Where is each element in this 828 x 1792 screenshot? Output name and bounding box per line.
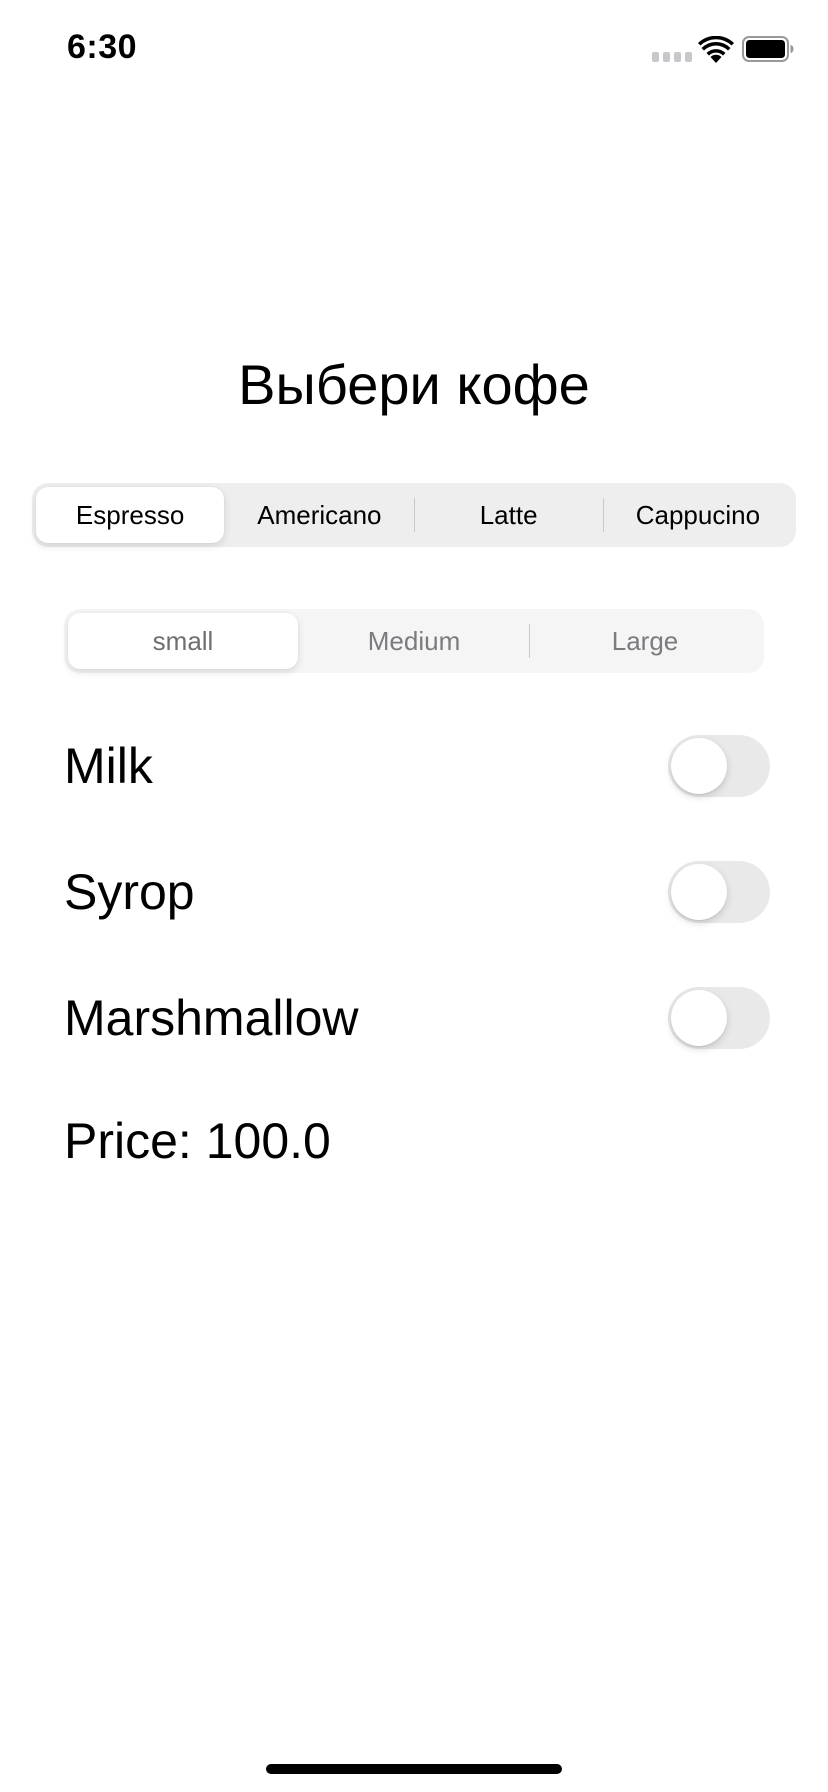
size-segmented-control: small Medium Large [64,609,764,673]
syrop-toggle[interactable] [668,861,770,923]
cellular-signal-icon [652,52,692,62]
coffee-type-segmented-control: Espresso Americano Latte Cappucino [32,483,796,547]
segment-cappucino[interactable]: Cappucino [604,487,792,543]
option-label-marshmallow: Marshmallow [64,990,359,1046]
page-title: Выбери кофе [238,353,590,416]
wifi-icon [698,36,734,63]
marshmallow-toggle[interactable] [668,987,770,1049]
home-indicator[interactable] [266,1764,562,1774]
toggle-knob [671,738,727,794]
battery-icon [742,36,794,62]
segment-espresso[interactable]: Espresso [36,487,225,543]
option-row-marshmallow: Marshmallow [64,986,770,1050]
segment-large[interactable]: Large [530,613,760,669]
toggle-knob [671,864,727,920]
price-label: Price: 100.0 [64,1113,331,1169]
segment-latte[interactable]: Latte [415,487,603,543]
milk-toggle[interactable] [668,735,770,797]
option-label-syrop: Syrop [64,864,195,920]
segment-small[interactable]: small [68,613,298,669]
segment-medium[interactable]: Medium [299,613,529,669]
option-row-syrop: Syrop [64,860,770,924]
option-label-milk: Milk [64,738,153,794]
toggle-knob [671,990,727,1046]
segment-americano[interactable]: Americano [225,487,413,543]
status-time: 6:30 [67,28,138,66]
option-row-milk: Milk [64,734,770,798]
